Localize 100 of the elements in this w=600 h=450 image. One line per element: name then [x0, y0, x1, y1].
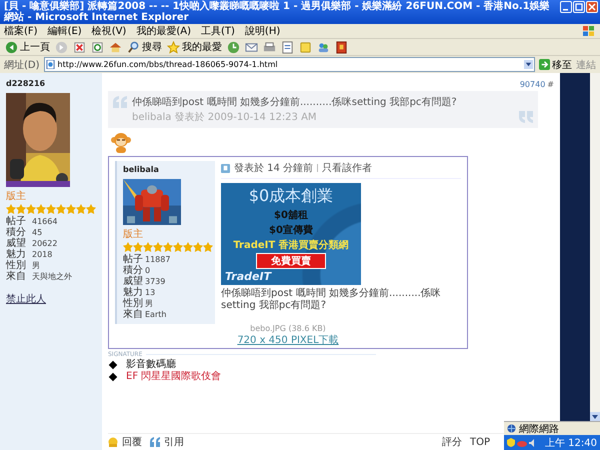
menu-item[interactable]: 工具(T): [201, 24, 235, 38]
quote-icon: [150, 437, 160, 447]
mail-icon: [245, 40, 258, 54]
stat-value: 男: [32, 260, 41, 271]
ad-button[interactable]: 免費買賣: [256, 253, 326, 269]
speaker-icon: [529, 438, 536, 446]
printer-icon: [263, 40, 276, 54]
down-arrow-icon: [592, 414, 598, 420]
stat-label: 積分: [6, 227, 27, 238]
home-icon: [109, 40, 122, 54]
window-title: [貝 - 噏意俱樂部] 派轉篇2008 -- -- 1快啲入嚟叢睇嘅嘅嘜啦 1 - 過男俱樂部 - 娛樂滿紛 26FUN.COM - 香港No.1娛樂網站 - Microsoft Internet Explorer: [4, 1, 551, 23]
stat-value: Earth: [145, 309, 168, 320]
post-text: 仲係睇唔到post 嘅時間 如幾多分鐘前..........係咪setting 我部pc有問題?: [221, 288, 442, 312]
stat-value: 2018: [32, 249, 54, 260]
ad-text: $0宣傳費: [269, 223, 313, 237]
user-name: belibala: [123, 165, 160, 174]
maximize-button[interactable]: [573, 1, 585, 13]
globe-icon: [507, 424, 516, 433]
post-number-sign: #: [547, 80, 554, 89]
ad-banner[interactable]: $0成本創業 $0舖租 $0宣傳費 TradeIT 香港買賣分類網 免費買賣 TradeIT: [221, 183, 361, 285]
stop-button[interactable]: [72, 40, 87, 54]
stat-label: 魅力: [6, 249, 27, 260]
file-info: bebo.JPG (38.6 KB): [249, 324, 327, 333]
stat-label: 威望: [123, 276, 144, 287]
stat-label: 帖子: [6, 216, 27, 227]
favorites-button[interactable]: 我的最愛: [166, 39, 223, 55]
research-button[interactable]: [334, 40, 349, 54]
close-button[interactable]: [586, 1, 598, 13]
post-time: 發表於 14 分鐘前: [234, 162, 314, 175]
go-button[interactable]: 移至: [539, 58, 572, 72]
stop-icon: [73, 40, 86, 54]
stat-label: 威望: [6, 238, 27, 249]
notes-button[interactable]: [298, 40, 313, 54]
scroll-down-button[interactable]: [590, 412, 600, 422]
history-icon: [227, 40, 240, 54]
clock: 上午 12:40: [545, 436, 597, 450]
author-only-link[interactable]: 只看該作者: [322, 161, 372, 175]
back-icon: [5, 40, 18, 54]
document-icon: [281, 40, 294, 54]
address-field[interactable]: http://www.26fun.com/bbs/thread-186065-9074-1.html: [44, 57, 535, 72]
stat-label: 性別: [123, 298, 144, 309]
stat-label: 來自: [123, 309, 144, 320]
forward-icon: [55, 40, 68, 54]
signature-line: EF 閃星星國際歌伎會: [126, 371, 222, 383]
user-rank: 版主: [123, 228, 144, 241]
address-label: 網址(D): [4, 58, 40, 72]
toolbar-link[interactable]: TOP: [470, 436, 490, 448]
ad-tagline: TradeIT 香港買賣分類網: [233, 238, 349, 252]
post-icon: [221, 164, 230, 172]
stat-value: 41664: [32, 216, 58, 227]
menu-item[interactable]: 檢視(V): [92, 24, 126, 38]
reply-icon: [108, 437, 118, 447]
menu-item[interactable]: 檔案(F): [4, 24, 38, 38]
windows-logo-icon: [582, 25, 596, 37]
post-number-link[interactable]: 90740: [520, 80, 546, 89]
menu-item[interactable]: 說明(H): [244, 24, 280, 38]
monkey-icon: [110, 131, 132, 153]
maximize-icon: [575, 3, 583, 11]
go-arrow-icon: [539, 59, 550, 70]
quote-byline: belibala 發表於 2009-10-14 12:23 AM: [132, 110, 318, 124]
menu-item[interactable]: 編輯(E): [48, 24, 82, 38]
user-name: d228216: [6, 79, 46, 88]
minimize-button[interactable]: [560, 1, 572, 13]
stat-value: 天與地之外: [32, 271, 73, 282]
ban-user-link[interactable]: 禁止此人: [6, 292, 46, 306]
signature-line: 影音數碼廳: [126, 359, 176, 371]
stat-value: 45: [32, 227, 44, 238]
note-icon: [299, 40, 312, 54]
ad-text: $0舖租: [274, 208, 308, 222]
stat-value: 3739: [145, 276, 166, 287]
edit-button[interactable]: [280, 40, 295, 54]
shield-icon: [507, 438, 515, 447]
toolbar-link[interactable]: 評分: [442, 435, 462, 449]
scrollbar[interactable]: [590, 73, 600, 422]
star-icon: [167, 40, 180, 54]
stat-label: 魅力: [123, 287, 144, 298]
zone-label: 網際網路: [519, 422, 559, 436]
stat-value: 13: [145, 287, 156, 298]
dropdown-caret-icon: [524, 60, 533, 69]
menu-item[interactable]: 我的最愛(A): [136, 24, 191, 38]
quote-button[interactable]: 引用: [150, 435, 184, 449]
search-button[interactable]: 搜尋: [126, 39, 163, 55]
user-rank: 版主: [6, 190, 27, 203]
book-icon: [335, 40, 348, 54]
stat-value: 男: [145, 298, 154, 309]
bullet-icon: [108, 372, 118, 382]
back-button[interactable]: 上一頁: [4, 39, 51, 55]
close-icon: [588, 3, 596, 11]
page-icon: [46, 60, 55, 69]
ad-headline: $0成本創業: [248, 186, 334, 207]
refresh-icon: [91, 40, 104, 54]
ad-logo: TradeIT: [225, 270, 272, 283]
history-button[interactable]: [226, 40, 241, 54]
close-quote-icon: [519, 111, 533, 123]
search-icon: [127, 40, 140, 54]
refresh-button[interactable]: [90, 40, 105, 54]
people-icon: [317, 40, 330, 54]
download-link[interactable]: 720 x 450 PIXEL下載: [237, 333, 339, 347]
reply-button[interactable]: 回覆: [108, 435, 142, 449]
stat-label: 性別: [6, 260, 27, 271]
